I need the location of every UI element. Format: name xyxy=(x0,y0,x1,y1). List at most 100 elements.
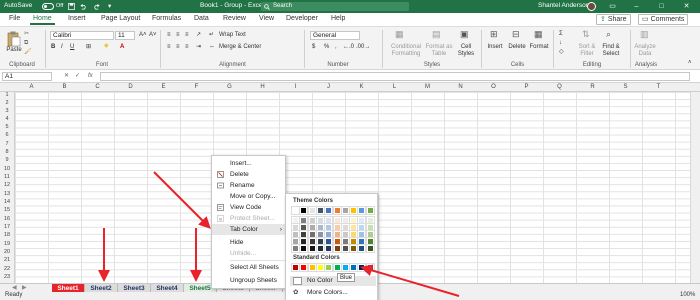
color-swatch[interactable] xyxy=(291,244,300,253)
cell-styles-button[interactable]: Cell Styles xyxy=(454,44,478,58)
color-swatch[interactable] xyxy=(299,237,309,246)
color-swatch[interactable] xyxy=(365,263,375,272)
align-middle-icon[interactable]: ≡ xyxy=(176,32,180,39)
color-swatch[interactable] xyxy=(315,230,325,239)
no-color-option[interactable]: No Color xyxy=(290,276,376,286)
tab-file[interactable]: File xyxy=(9,15,20,22)
user-name[interactable]: Shantel Anderson xyxy=(538,2,589,9)
minimize-icon[interactable]: – xyxy=(630,1,643,12)
autosum-icon[interactable]: Σ xyxy=(559,31,563,38)
color-swatch[interactable] xyxy=(365,216,375,225)
color-swatch[interactable] xyxy=(332,244,342,253)
clear-icon[interactable]: ◇ xyxy=(559,49,564,56)
row-header[interactable]: 12 xyxy=(0,182,14,188)
color-swatch[interactable] xyxy=(315,223,325,232)
row-header[interactable]: 6 xyxy=(0,132,14,138)
color-swatch[interactable] xyxy=(332,237,342,246)
merge-center-button[interactable]: Merge & Center xyxy=(219,44,261,51)
color-swatch[interactable] xyxy=(315,206,325,215)
decrease-decimal-icon[interactable]: .00→ xyxy=(356,44,370,51)
tab-insert[interactable]: Insert xyxy=(68,15,86,22)
color-swatch[interactable] xyxy=(299,263,309,272)
color-swatch[interactable] xyxy=(291,216,300,225)
row-header[interactable]: 1 xyxy=(0,92,14,98)
column-header[interactable]: Q xyxy=(543,84,576,90)
analyze-data-button[interactable]: Analyze Data xyxy=(633,44,657,58)
delete-cells-button[interactable]: Delete xyxy=(507,44,527,51)
color-swatch[interactable] xyxy=(357,263,367,272)
align-bottom-icon[interactable]: ≡ xyxy=(185,32,189,39)
color-swatch[interactable] xyxy=(291,223,300,232)
row-header[interactable]: 22 xyxy=(0,266,14,272)
column-header[interactable]: T xyxy=(642,84,675,90)
row-header[interactable]: 15 xyxy=(0,207,14,213)
menu-item-move-copy[interactable]: Move or Copy... xyxy=(212,191,287,202)
autosave-toggle[interactable] xyxy=(42,3,54,10)
percent-button[interactable]: % xyxy=(324,44,329,51)
color-swatch[interactable] xyxy=(340,223,350,232)
color-swatch[interactable] xyxy=(332,223,342,232)
color-swatch[interactable] xyxy=(340,230,350,239)
color-swatch[interactable] xyxy=(332,263,342,272)
color-swatch[interactable] xyxy=(315,244,325,253)
color-swatch[interactable] xyxy=(357,237,367,246)
color-swatch[interactable] xyxy=(291,237,300,246)
color-swatch[interactable] xyxy=(315,263,325,272)
color-swatch[interactable] xyxy=(357,244,367,253)
font-size-select[interactable]: 11 xyxy=(115,31,135,40)
color-swatch[interactable] xyxy=(340,244,350,253)
color-swatch[interactable] xyxy=(315,237,325,246)
color-swatch[interactable] xyxy=(365,206,375,215)
name-box[interactable]: A1 xyxy=(2,72,52,81)
column-header[interactable]: R xyxy=(576,84,609,90)
copy-icon[interactable]: ⧉ xyxy=(24,40,28,47)
column-header[interactable]: C xyxy=(81,84,114,90)
color-swatch[interactable] xyxy=(332,206,342,215)
row-header[interactable]: 2 xyxy=(0,100,14,106)
wrap-text-button[interactable]: Wrap Text xyxy=(219,32,246,39)
color-swatch[interactable] xyxy=(349,230,359,239)
align-top-icon[interactable]: ≡ xyxy=(167,32,171,39)
scroll-tabs-right-icon[interactable]: ▶ xyxy=(22,285,27,292)
search-box[interactable]: Search xyxy=(261,2,409,11)
menu-item-rename[interactable]: Rename xyxy=(212,180,287,191)
format-painter-icon[interactable]: 🖌 xyxy=(24,49,32,56)
color-swatch[interactable] xyxy=(324,230,334,239)
color-swatch[interactable] xyxy=(365,223,375,232)
align-right-icon[interactable]: ≡ xyxy=(185,44,189,51)
color-swatch[interactable] xyxy=(332,230,342,239)
color-swatch[interactable] xyxy=(340,216,350,225)
underline-button[interactable]: U xyxy=(70,44,74,51)
column-header[interactable]: F xyxy=(180,84,213,90)
color-swatch[interactable] xyxy=(349,244,359,253)
color-swatch[interactable] xyxy=(307,230,317,239)
wrap-text-icon[interactable]: ↵ xyxy=(209,32,214,39)
row-header[interactable]: 8 xyxy=(0,149,14,155)
color-swatch[interactable] xyxy=(291,206,300,215)
increase-font-icon[interactable]: A˄ xyxy=(139,32,147,39)
color-swatch[interactable] xyxy=(291,263,300,272)
row-header[interactable]: 9 xyxy=(0,157,14,163)
color-swatch[interactable] xyxy=(365,237,375,246)
undo-icon[interactable] xyxy=(80,3,87,10)
row-header[interactable]: 18 xyxy=(0,232,14,238)
format-cells-button[interactable]: Format xyxy=(528,44,550,51)
column-header[interactable]: G xyxy=(213,84,246,90)
tab-help[interactable]: Help xyxy=(331,15,345,22)
scroll-tabs-left-icon[interactable]: ◀ xyxy=(12,285,17,292)
orientation-icon[interactable]: ↗ xyxy=(196,32,201,39)
close-icon[interactable]: ✕ xyxy=(680,1,693,12)
color-swatch[interactable] xyxy=(357,216,367,225)
row-header[interactable]: 3 xyxy=(0,108,14,114)
fill-color-icon[interactable]: ◈ xyxy=(104,43,109,50)
column-header[interactable]: P xyxy=(510,84,543,90)
number-format-select[interactable]: General xyxy=(310,31,360,40)
color-swatch[interactable] xyxy=(324,216,334,225)
tab-review[interactable]: Review xyxy=(223,15,246,22)
column-header[interactable]: A xyxy=(15,84,48,90)
find-select-button[interactable]: Find & Select xyxy=(600,44,622,58)
menu-item-hide[interactable]: Hide xyxy=(212,237,287,248)
column-header[interactable]: L xyxy=(378,84,411,90)
row-header[interactable]: 19 xyxy=(0,241,14,247)
color-swatch[interactable] xyxy=(349,237,359,246)
